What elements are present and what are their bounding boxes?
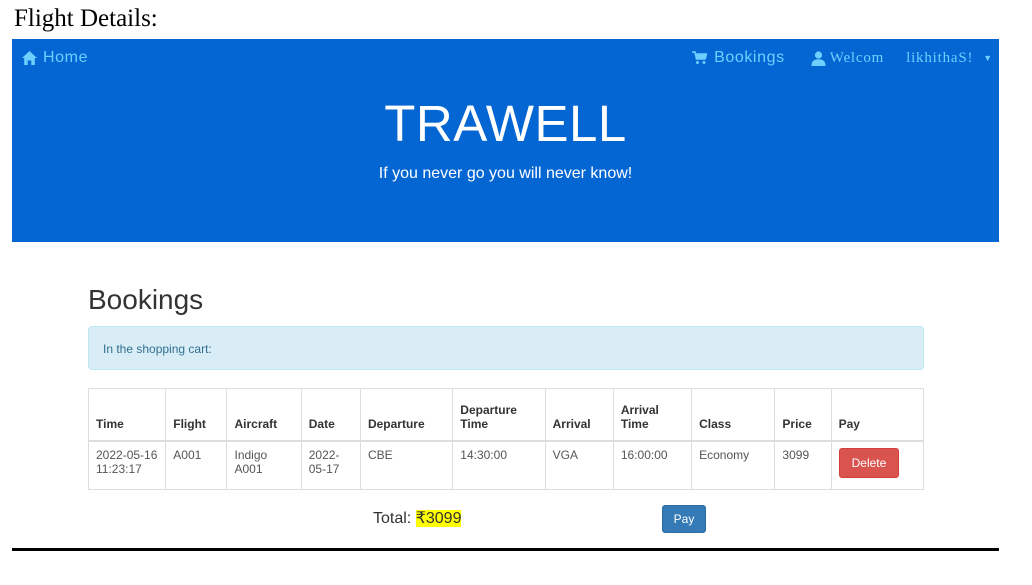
- cell-aircraft: Indigo A001: [226, 440, 302, 490]
- bookings-title: Bookings: [88, 284, 204, 315]
- nav-bookings-link[interactable]: Bookings: [692, 49, 785, 67]
- tagline: If you never go you will never know!: [378, 165, 633, 182]
- table-header-row: Time Flight Aircraft Date Departure Depa…: [87, 388, 925, 442]
- column-header: Time: [87, 388, 167, 442]
- column-header: Pay: [830, 388, 925, 442]
- column-header: Date: [300, 388, 361, 442]
- cell-arrival-time: 16:00:00: [612, 440, 693, 490]
- navbar: Home Bookings Welcom likhithaS! ▼ TRAWEL…: [12, 39, 999, 242]
- cell-departure: CBE: [359, 440, 454, 490]
- table-row: 2022-05-16 11:23:17 A001 Indigo A001 202…: [87, 440, 925, 490]
- cell-price: 3099: [774, 440, 832, 490]
- cell-arrival: VGA: [544, 440, 614, 490]
- nav-home-label: Home: [43, 49, 89, 66]
- username-label: likhithaS!: [906, 49, 974, 66]
- cell-date: 2022-05-17: [300, 440, 361, 490]
- column-header: Departure: [359, 388, 454, 442]
- nav-right: Bookings Welcom likhithaS! ▼: [692, 49, 993, 67]
- column-header: Arrival: [544, 388, 614, 442]
- delete-button[interactable]: Delete: [838, 448, 900, 478]
- page-heading: Flight Details:: [14, 5, 158, 32]
- pay-button[interactable]: Pay: [662, 505, 706, 533]
- column-header: Price: [774, 388, 832, 442]
- cart-alert: In the shopping cart:: [88, 326, 924, 370]
- column-header: Flight: [165, 388, 228, 442]
- user-menu-dropdown[interactable]: Welcom likhithaS! ▼: [811, 50, 993, 67]
- total-amount: ₹3099: [415, 510, 462, 527]
- caret-down-icon: ▼: [983, 53, 993, 63]
- cell-departure-time: 14:30:00: [452, 440, 546, 490]
- cell-class: Economy: [691, 440, 776, 490]
- cell-pay: Delete: [830, 440, 925, 490]
- total: Total: ₹3099: [373, 508, 462, 528]
- user-icon: [811, 50, 826, 66]
- column-header: Aircraft: [226, 388, 302, 442]
- home-icon: [22, 51, 37, 65]
- bookings-table: Time Flight Aircraft Date Departure Depa…: [87, 388, 925, 490]
- welcome-label: Welcom: [829, 49, 885, 66]
- nav-home-link[interactable]: Home: [22, 49, 88, 67]
- column-header: Arrival Time: [612, 388, 693, 442]
- brand-title: TRAWELL: [384, 95, 627, 152]
- nav-bookings-label: Bookings: [714, 49, 785, 66]
- total-label: Total:: [373, 510, 412, 527]
- cart-icon: [692, 51, 708, 65]
- cell-flight: A001: [165, 440, 228, 490]
- column-header: Class: [691, 388, 776, 442]
- column-header: Departure Time: [452, 388, 546, 442]
- cell-time: 2022-05-16 11:23:17: [87, 440, 167, 490]
- divider: [12, 548, 999, 551]
